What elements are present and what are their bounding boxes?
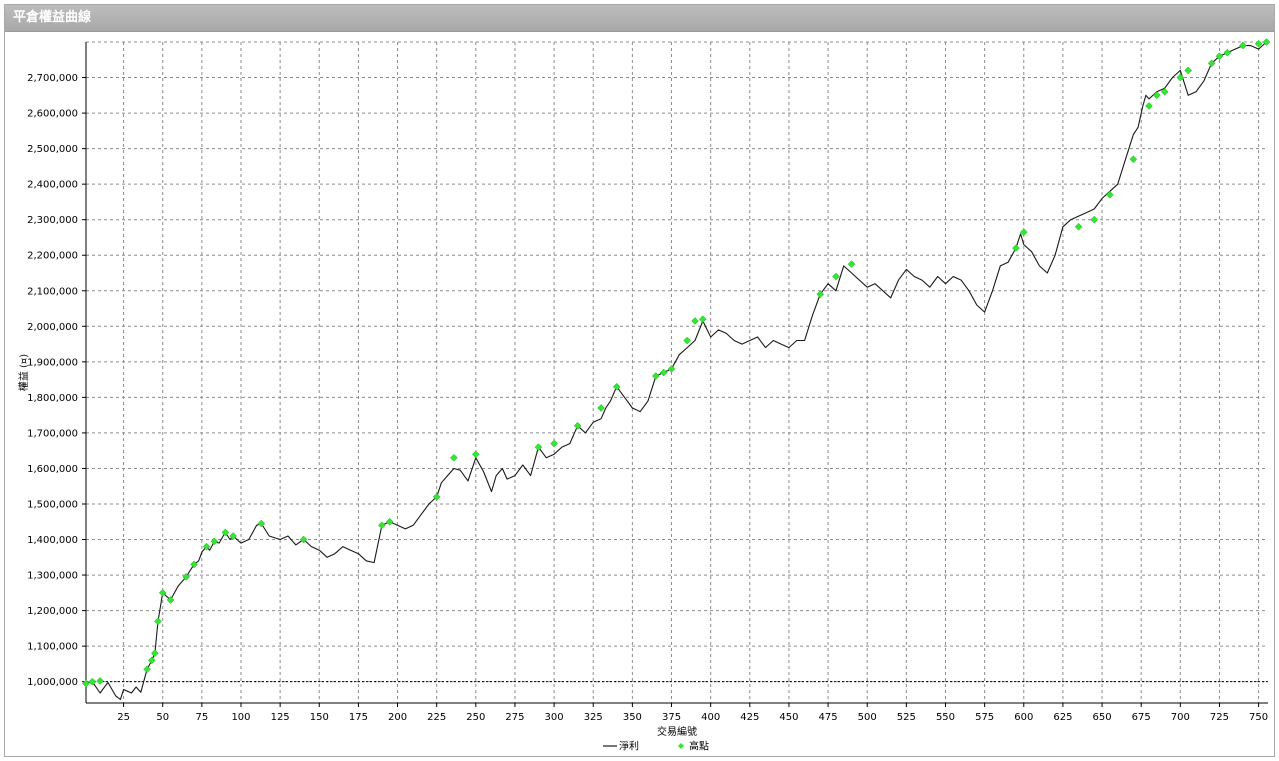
high-point-marker bbox=[82, 679, 90, 688]
high-point-marker bbox=[683, 336, 692, 345]
equity-chart: 25 50 75 100 125 150 175 200 225 250 275 300 325 350 3… bbox=[17, 38, 1271, 753]
x-tick-label: 600 bbox=[1014, 712, 1033, 723]
high-point-marker bbox=[385, 517, 394, 526]
equity-line bbox=[85, 41, 1267, 700]
y-tick-label: 1,900,000 bbox=[27, 357, 78, 368]
x-tick-label: 475 bbox=[819, 712, 838, 723]
high-point-marker bbox=[154, 617, 162, 626]
x-tick-label: 750 bbox=[1249, 712, 1268, 723]
x-tick-label: 425 bbox=[740, 712, 759, 723]
x-tick-label: 550 bbox=[936, 712, 955, 723]
high-point-marker bbox=[659, 368, 668, 377]
high-point-marker bbox=[1223, 48, 1232, 57]
y-tick-label: 2,700,000 bbox=[27, 73, 78, 84]
y-tick-label: 2,000,000 bbox=[27, 322, 78, 333]
high-point-marker bbox=[1145, 102, 1153, 110]
x-tick-label: 725 bbox=[1210, 712, 1229, 723]
high-point-marker bbox=[1106, 190, 1114, 199]
high-point-marker bbox=[221, 528, 230, 537]
y-tick-label: 2,500,000 bbox=[27, 144, 78, 155]
y-tick-label: 1,600,000 bbox=[27, 464, 78, 475]
high-point-marker bbox=[471, 450, 480, 459]
x-tick-label: 350 bbox=[623, 712, 642, 723]
x-tick-label: 75 bbox=[195, 712, 208, 723]
y-tick-label: 2,200,000 bbox=[27, 251, 78, 262]
x-tick-label: 150 bbox=[310, 712, 329, 723]
y-tick-label: 1,300,000 bbox=[27, 571, 78, 582]
x-tick-label: 300 bbox=[545, 712, 564, 723]
y-tick-label: 1,800,000 bbox=[27, 393, 78, 404]
x-tick-label: 200 bbox=[388, 712, 407, 723]
high-point-marker bbox=[143, 665, 151, 674]
y-tick-label: 1,200,000 bbox=[27, 606, 78, 617]
x-tick-label: 175 bbox=[349, 712, 368, 723]
high-point-marker bbox=[378, 521, 386, 530]
x-tick-label: 250 bbox=[466, 712, 485, 723]
x-tick-label: 125 bbox=[271, 712, 290, 723]
x-tick-label: 525 bbox=[897, 712, 916, 723]
high-point-marker bbox=[147, 656, 156, 665]
legend-label-high: 高點 bbox=[689, 740, 709, 753]
high-point-marker bbox=[597, 404, 605, 412]
x-axis-title: 交易編號 bbox=[657, 725, 697, 738]
high-point-marker bbox=[698, 315, 707, 324]
high-point-marker bbox=[257, 519, 266, 528]
x-tick-label: 625 bbox=[1053, 712, 1072, 723]
y-tick-label: 1,500,000 bbox=[27, 499, 78, 510]
high-point-marker bbox=[450, 453, 458, 462]
high-point-marker bbox=[151, 649, 159, 658]
high-point-marker bbox=[88, 677, 97, 686]
x-tick-label: 100 bbox=[231, 712, 250, 723]
x-tick-label: 400 bbox=[701, 712, 720, 723]
x-tick-label: 450 bbox=[779, 712, 798, 723]
high-point-marker bbox=[1090, 215, 1099, 224]
x-tick-label: 650 bbox=[1093, 712, 1112, 723]
x-tick-label: 500 bbox=[858, 712, 877, 723]
high-point-marker bbox=[847, 260, 856, 268]
y-axis-title: 權益 (¤) bbox=[17, 354, 30, 391]
x-tick-label: 225 bbox=[427, 712, 446, 723]
x-tick-label: 25 bbox=[117, 712, 130, 723]
y-tick-label: 1,000,000 bbox=[27, 677, 78, 688]
high-point-marker bbox=[832, 272, 840, 281]
high-point-marker bbox=[1239, 41, 1247, 50]
legend-label-net: 淨利 bbox=[619, 741, 639, 753]
high-point-marker bbox=[550, 439, 558, 448]
high-point-marker bbox=[1152, 91, 1161, 100]
y-tick-label: 2,300,000 bbox=[27, 215, 78, 226]
high-point-marker bbox=[652, 372, 660, 380]
x-tick-label: 375 bbox=[662, 712, 681, 723]
high-point-marker bbox=[667, 365, 676, 373]
y-tick-label: 1,700,000 bbox=[27, 428, 78, 439]
y-tick-label: 2,100,000 bbox=[27, 286, 78, 297]
high-point-marker bbox=[1012, 244, 1020, 252]
high-point-marker bbox=[1184, 66, 1193, 75]
y-tick-label: 2,600,000 bbox=[27, 109, 78, 120]
y-tick-label: 1,100,000 bbox=[27, 642, 78, 653]
y-tick-label: 2,400,000 bbox=[27, 180, 78, 191]
high-point-marker bbox=[1074, 222, 1083, 231]
high-point-marker bbox=[210, 537, 219, 546]
high-point-marker bbox=[1129, 155, 1138, 164]
x-tick-label: 700 bbox=[1171, 712, 1190, 723]
x-tick-label: 575 bbox=[975, 712, 994, 723]
y-tick-label: 1,400,000 bbox=[27, 535, 78, 546]
legend-marker-swatch bbox=[678, 743, 684, 749]
high-point-marker bbox=[96, 677, 104, 685]
x-tick-label: 325 bbox=[584, 712, 603, 723]
x-tick-label: 50 bbox=[156, 712, 169, 723]
high-point-marker bbox=[691, 317, 699, 325]
x-tick-label: 675 bbox=[1132, 712, 1151, 723]
x-tick-label: 275 bbox=[505, 712, 524, 723]
